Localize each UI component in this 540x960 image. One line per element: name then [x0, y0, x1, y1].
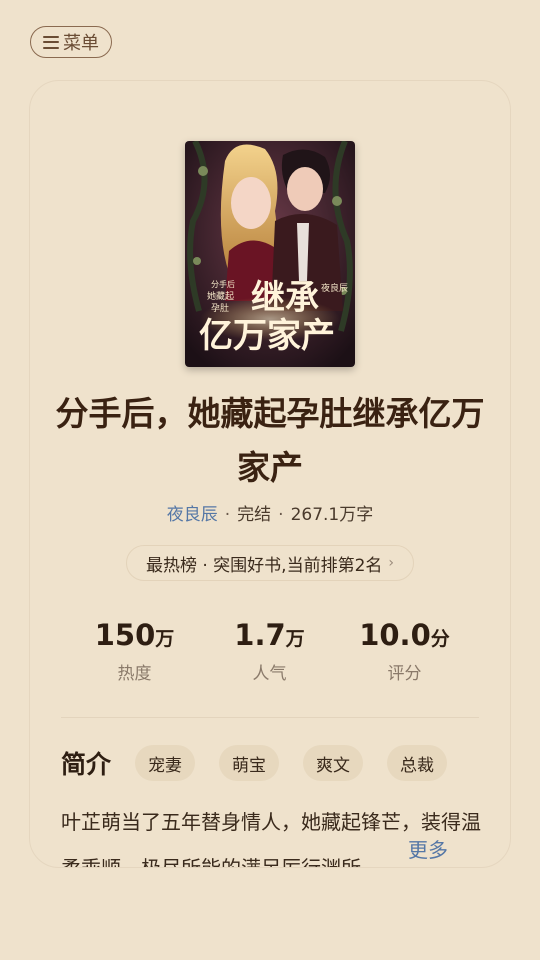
stat-unit: 万 — [155, 628, 175, 650]
cover-big-title-1: 继承 — [251, 278, 319, 318]
book-meta: 夜良辰 · 完结 · 267.1万字 — [30, 500, 510, 525]
intro-header: 简介 宠妻 萌宝 爽文 总裁 — [61, 745, 471, 781]
stat-rating: 10.0分 评分 — [337, 617, 472, 684]
book-cover[interactable]: 分手后 她藏起 孕肚 继承 亿万家产 夜良辰 — [185, 141, 355, 367]
stat-label: 评分 — [387, 664, 422, 684]
stat-label: 热度 — [117, 664, 152, 684]
book-title: 分手后，她藏起孕肚继承亿万家产 — [55, 394, 485, 487]
rank-label: 最热榜 · 突围好书,当前排第2名 — [145, 555, 383, 576]
stat-popularity: 1.7万 人气 — [202, 617, 337, 684]
cover-big-title-2: 亿万家产 — [199, 316, 335, 356]
cover-author-mark: 夜良辰 — [321, 282, 348, 294]
stat-value: 10.0 — [359, 618, 431, 652]
more-link[interactable]: 更多 — [408, 834, 448, 863]
menu-label: 菜单 — [63, 33, 99, 54]
chevron-right-icon: › — [388, 555, 395, 571]
stat-heat: 150万 热度 — [67, 617, 202, 684]
menu-button[interactable]: 菜单 — [30, 26, 112, 58]
stat-unit: 分 — [430, 628, 450, 650]
stat-unit: 万 — [285, 628, 305, 650]
hamburger-icon — [43, 35, 59, 49]
stats-row: 150万 热度 1.7万 人气 10.0分 评分 — [30, 617, 510, 684]
tag-chip[interactable]: 爽文 — [303, 745, 364, 781]
cover-small-title-2: 她藏起 — [207, 290, 234, 302]
stat-value: 1.7 — [234, 618, 286, 652]
rank-badge[interactable]: 最热榜 · 突围好书,当前排第2名 › — [126, 545, 414, 581]
intro-heading: 简介 — [61, 750, 112, 779]
tag-chip[interactable]: 萌宝 — [219, 745, 280, 781]
word-count: 267.1万字 — [290, 505, 374, 525]
tag-chip[interactable]: 宠妻 — [135, 745, 196, 781]
cover-small-title-3: 孕肚 — [211, 303, 229, 314]
book-card: 分手后 她藏起 孕肚 继承 亿万家产 夜良辰 分手后，她藏起孕肚继承亿万家产 夜… — [29, 80, 511, 868]
book-status: 完结 — [237, 505, 272, 525]
divider — [61, 717, 479, 718]
cover-small-title-1: 分手后 — [211, 279, 235, 289]
stat-label: 人气 — [252, 664, 287, 684]
stat-value: 150 — [94, 618, 156, 652]
author-link[interactable]: 夜良辰 — [167, 505, 218, 525]
meta-separator: · — [224, 505, 231, 525]
meta-separator: · — [278, 505, 284, 525]
tag-chip[interactable]: 总裁 — [387, 745, 448, 781]
